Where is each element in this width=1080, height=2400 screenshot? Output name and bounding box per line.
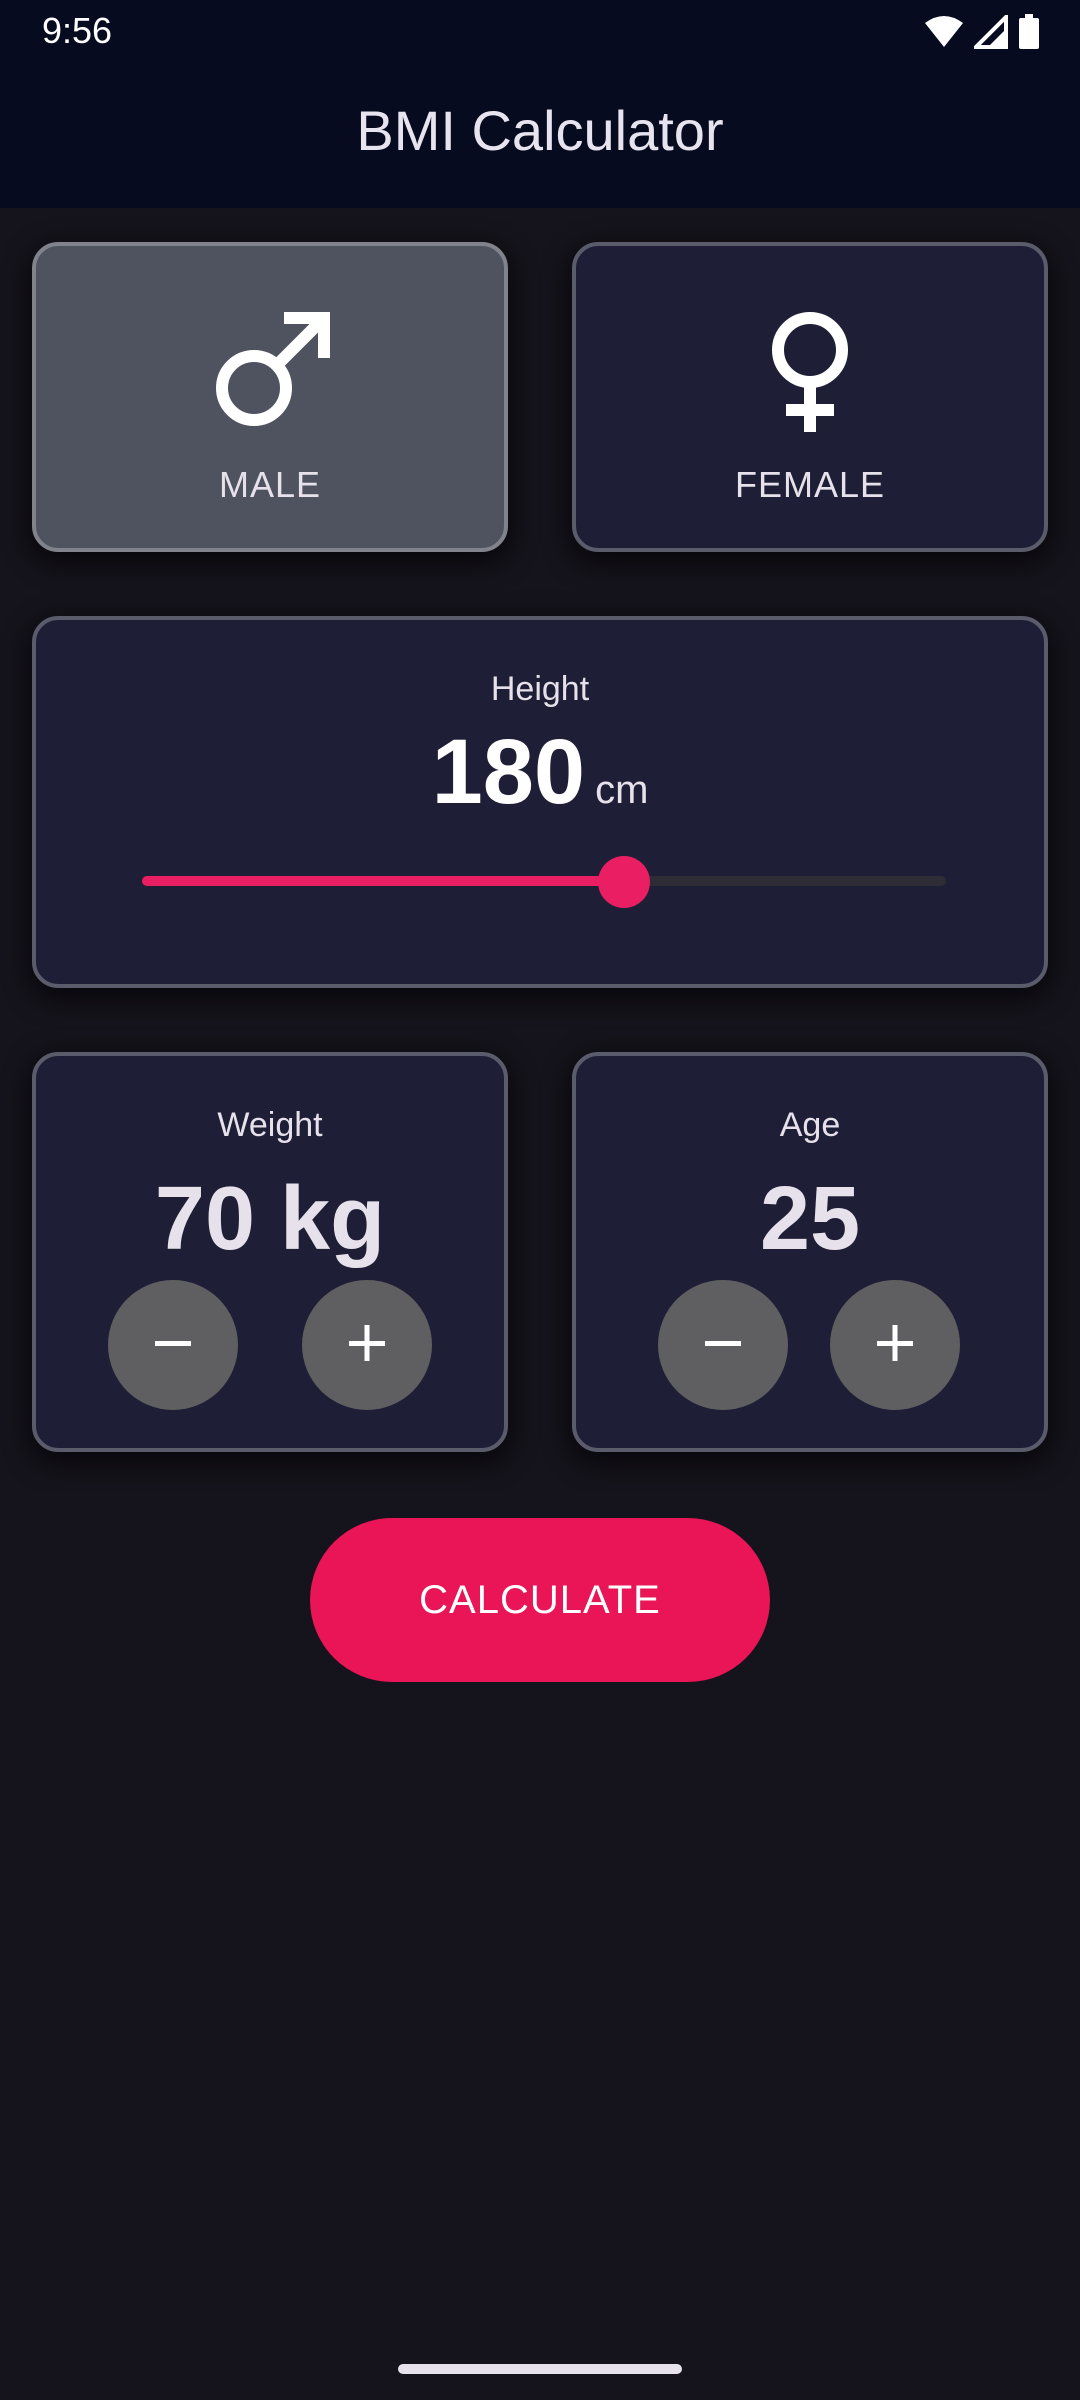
slider-thumb[interactable] [598, 856, 651, 908]
battery-icon [1018, 14, 1040, 50]
plus-icon [875, 1323, 915, 1368]
home-indicator[interactable] [398, 2364, 682, 2374]
height-value: 180 [431, 721, 586, 823]
app-bar: 9:56 BMI Calculator [0, 0, 1080, 208]
page-title: BMI Calculator [356, 99, 724, 162]
minus-icon [703, 1323, 743, 1368]
age-label: Age [779, 1106, 841, 1144]
weight-increment-button[interactable] [302, 1280, 432, 1410]
status-time: 9:56 [42, 10, 113, 51]
weight-value: 70 kg [154, 1169, 386, 1269]
age-decrement-button[interactable] [658, 1280, 788, 1410]
weight-decrement-button[interactable] [108, 1280, 238, 1410]
minus-icon [153, 1323, 193, 1368]
status-icons [924, 12, 1040, 52]
age-value: 25 [759, 1169, 861, 1269]
female-symbol-icon [765, 312, 855, 437]
height-value-row: 180 cm [36, 720, 1044, 825]
age-card: Age 25 [572, 1052, 1048, 1452]
height-label: Height [490, 670, 590, 708]
height-card: Height 180 cm [32, 616, 1048, 988]
weight-card: Weight 70 kg [32, 1052, 508, 1452]
female-label: FEMALE [734, 464, 886, 505]
cellular-signal-icon [974, 15, 1008, 49]
height-slider[interactable] [142, 856, 946, 908]
plus-icon [347, 1323, 387, 1368]
male-card[interactable]: MALE [32, 242, 508, 552]
weight-label: Weight [217, 1106, 323, 1144]
status-bar: 9:56 [0, 0, 1080, 62]
slider-active-track [142, 876, 625, 886]
calculate-button[interactable]: CALCULATE [310, 1518, 770, 1682]
height-unit: cm [595, 768, 649, 812]
age-increment-button[interactable] [830, 1280, 960, 1410]
male-label: MALE [218, 464, 322, 505]
wifi-icon [924, 15, 964, 49]
female-card[interactable]: FEMALE [572, 242, 1048, 552]
male-symbol-icon [210, 312, 330, 437]
